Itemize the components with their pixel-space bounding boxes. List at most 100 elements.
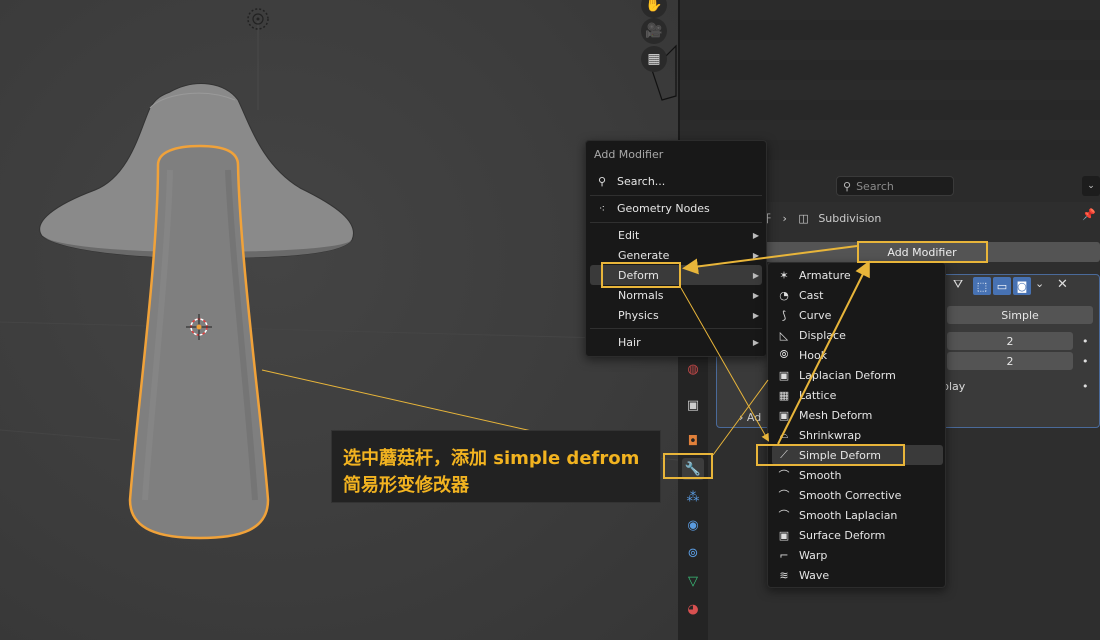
menu-item-shrinkwrap[interactable]: ⌓ Shrinkwrap <box>768 425 945 445</box>
subdivision-mode-simple[interactable]: Simple <box>947 306 1093 324</box>
outliner-row[interactable] <box>678 40 1100 60</box>
simple-deform-highlight-box <box>756 444 905 466</box>
menu-item-label: Hook <box>799 348 828 362</box>
submenu-arrow-icon: ▶ <box>752 270 759 280</box>
menu-item-label: Lattice <box>799 388 837 402</box>
levels-viewport-field[interactable]: 2 <box>947 332 1073 350</box>
laplacian-deform-icon: ▣ <box>778 368 790 382</box>
viewport-display-icon[interactable]: ▭ <box>993 277 1011 295</box>
menu-item-label: Cast <box>799 288 824 302</box>
editmode-icon[interactable]: ⛛ <box>953 277 971 295</box>
deform-submenu: ✶ Armature ◔ Cast ⟆ Curve ◺ Displace ⦾ Hook ▣… <box>767 262 946 588</box>
smooth-laplacian-icon: ⌒ <box>778 509 790 522</box>
menu-item-armature[interactable]: ✶ Armature <box>768 265 945 285</box>
menu-item-smooth-corrective[interactable]: ⌒ Smooth Corrective <box>768 485 945 505</box>
displace-icon: ◺ <box>779 328 789 342</box>
menu-item-wave[interactable]: ≋ Wave <box>768 565 945 585</box>
menu-item-mesh-deform[interactable]: ▣ Mesh Deform <box>768 405 945 425</box>
menu-search-label: Search... <box>617 174 666 188</box>
menu-item-smooth-laplacian[interactable]: ⌒ Smooth Laplacian <box>768 505 945 525</box>
menu-item-label: Curve <box>799 308 832 322</box>
viewport-scene[interactable] <box>0 0 678 640</box>
menu-item-label: Wave <box>799 568 830 582</box>
menu-item-label: Geometry Nodes <box>617 201 710 215</box>
menu-item-hook[interactable]: ⦾ Hook <box>768 345 945 365</box>
menu-item-cast[interactable]: ◔ Cast <box>768 285 945 305</box>
cage-icon[interactable]: ⬚ <box>973 277 991 295</box>
grid-icon[interactable]: ▦ <box>641 46 667 72</box>
outliner-row[interactable] <box>678 120 1100 140</box>
menu-item-normals[interactable]: Normals ▶ <box>586 285 766 305</box>
constraints-tab-icon[interactable]: ⊚ <box>682 542 704 564</box>
menu-search[interactable]: ⚲ Search... <box>586 171 766 191</box>
close-icon[interactable]: ✕ <box>1057 277 1068 292</box>
menu-item-curve[interactable]: ⟆ Curve <box>768 305 945 325</box>
outliner-row[interactable] <box>678 0 1100 20</box>
properties-search-field[interactable]: ⚲ Search <box>836 176 954 196</box>
breadcrumb-modifier[interactable]: Subdivision <box>818 212 881 225</box>
chevron-down-icon[interactable]: ⌄ <box>1082 176 1100 196</box>
menu-item-displace[interactable]: ◺ Displace <box>768 325 945 345</box>
annotation-line-2: 简易形变修改器 <box>343 475 469 496</box>
menu-item-label: Warp <box>799 548 828 562</box>
geometry-nodes-icon: ⁖ <box>598 201 606 215</box>
menu-item-label: Mesh Deform <box>799 408 873 422</box>
menu-item-warp[interactable]: ⌐ Warp <box>768 545 945 565</box>
menu-item-label: Physics <box>618 308 659 322</box>
menu-item-label: Normals <box>618 288 664 302</box>
menu-item-surface-deform[interactable]: ▣ Surface Deform <box>768 525 945 545</box>
menu-item-lattice[interactable]: ▦ Lattice <box>768 385 945 405</box>
keyframe-dot-icon[interactable]: • <box>1082 335 1089 348</box>
submenu-arrow-icon: ▶ <box>752 250 759 260</box>
menu-item-smooth[interactable]: ⌒ Smooth <box>768 465 945 485</box>
menu-item-hair[interactable]: Hair ▶ <box>586 332 766 352</box>
dropdown-chevron-icon[interactable]: ⌄ <box>1035 277 1044 290</box>
mesh-deform-icon: ▣ <box>778 408 790 422</box>
menu-item-label: Displace <box>799 328 846 342</box>
particles-tab-icon[interactable]: ⁂ <box>682 486 704 508</box>
outliner-row[interactable] <box>678 20 1100 40</box>
lattice-icon: ▦ <box>778 388 790 402</box>
outliner-row[interactable] <box>678 80 1100 100</box>
physics-tab-icon[interactable]: ◉ <box>682 514 704 536</box>
shrinkwrap-icon: ⌓ <box>779 428 789 441</box>
outliner-row[interactable] <box>678 60 1100 80</box>
keyframe-dot-icon[interactable]: • <box>1082 355 1089 368</box>
pin-icon[interactable]: 📌 <box>1082 208 1096 221</box>
smooth-corrective-icon: ⌒ <box>778 489 790 502</box>
outliner-row[interactable] <box>678 100 1100 120</box>
submenu-arrow-icon: ▶ <box>752 230 759 240</box>
3d-viewport[interactable]: ✋ 🎥 ▦ <box>0 0 678 640</box>
grid-line <box>0 429 121 441</box>
render-levels-field[interactable]: 2 <box>947 352 1073 370</box>
keyframe-dot-icon[interactable]: • <box>1082 380 1089 393</box>
grid-axis-line <box>0 321 678 341</box>
menu-separator <box>590 195 762 196</box>
breadcrumb-separator: › <box>782 212 787 225</box>
menu-item-label: Shrinkwrap <box>799 428 862 442</box>
menu-item-geometry-nodes[interactable]: ⁖ Geometry Nodes <box>586 198 766 218</box>
world-tab-icon[interactable]: ◍ <box>682 358 704 380</box>
render-icon[interactable]: ◙ <box>1013 277 1031 295</box>
search-icon: ⚲ <box>597 174 607 188</box>
add-modifier-menu: Add Modifier ⚲ Search... ⁖ Geometry Node… <box>585 140 767 357</box>
menu-item-laplacian-deform[interactable]: ▣ Laplacian Deform <box>768 365 945 385</box>
object-tab-icon[interactable]: ◘ <box>682 430 704 452</box>
deform-highlight-box <box>601 262 681 288</box>
breadcrumb: 杆 › ◫ Subdivision <box>760 210 881 226</box>
menu-item-label: Smooth Laplacian <box>799 508 898 522</box>
menu-item-physics[interactable]: Physics ▶ <box>586 305 766 325</box>
menu-item-label: Generate <box>618 248 670 262</box>
hook-icon: ⦾ <box>779 348 789 361</box>
camera-icon[interactable]: 🎥 <box>641 18 667 44</box>
menu-item-label: Edit <box>618 228 640 242</box>
search-placeholder: Search <box>856 179 894 193</box>
material-tab-icon[interactable]: ◕ <box>682 598 704 620</box>
menu-item-edit[interactable]: Edit ▶ <box>586 225 766 245</box>
advanced-label: Ad <box>746 411 762 424</box>
menu-item-label: Armature <box>799 268 851 282</box>
collection-tab-icon[interactable]: ▣ <box>682 394 704 416</box>
data-tab-icon[interactable]: ▽ <box>682 570 704 592</box>
armature-icon: ✶ <box>779 268 789 282</box>
advanced-subpanel[interactable]: › Ad <box>739 411 761 424</box>
